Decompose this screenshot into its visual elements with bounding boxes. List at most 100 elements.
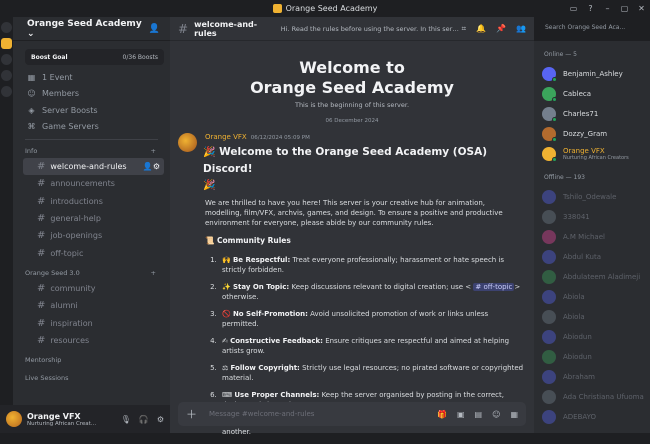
gift-icon[interactable]: 🎁 <box>437 410 447 419</box>
member-item[interactable]: Cableca <box>542 84 650 104</box>
member-item[interactable]: Abiodun <box>542 347 650 367</box>
member-list-icon[interactable]: 👥 <box>516 24 526 34</box>
member-item[interactable]: Abiola <box>542 307 650 327</box>
channel-mention[interactable]: # off-topic <box>473 283 514 291</box>
category-name: Orange Seed 3.0 <box>25 269 80 277</box>
window-titlebar: Orange Seed Academy ▭ ? – ▢ ✕ <box>0 0 650 17</box>
orange-seed-server-icon[interactable] <box>1 38 12 49</box>
bell-icon[interactable]: 🔔 <box>476 24 486 34</box>
close-button[interactable]: ✕ <box>633 4 650 13</box>
window-title: Orange Seed Academy <box>286 4 378 13</box>
channel-welcome-and-rules[interactable]: #welcome-and-rules👤⚙ <box>23 158 164 175</box>
threads-icon[interactable]: ⌗ <box>462 24 467 34</box>
help-icon[interactable]: ? <box>582 4 599 13</box>
avatar[interactable] <box>542 410 556 424</box>
server-icon[interactable] <box>1 54 12 65</box>
chevron-down-icon: ⌄ <box>27 29 35 39</box>
category-header[interactable]: Orange Seed 3.0 + <box>13 266 170 280</box>
member-item[interactable]: Abiola <box>542 287 650 307</box>
nav-item[interactable]: ☺Members <box>13 86 170 103</box>
member-item[interactable]: Ada Christiana Ufuoma <box>542 387 650 407</box>
plus-icon[interactable]: ＋ <box>186 406 197 422</box>
search-input[interactable]: Search Orange Seed Aca... <box>540 21 632 35</box>
microphone-icon[interactable]: 🎙 <box>121 415 131 424</box>
avatar[interactable] <box>542 310 556 324</box>
avatar[interactable] <box>542 210 556 224</box>
message-input[interactable]: Message #welcome-and-rules <box>209 410 314 418</box>
nav-item[interactable]: ⌘Game Servers <box>13 119 170 136</box>
channel-resources[interactable]: #resources <box>23 332 164 349</box>
avatar[interactable] <box>542 67 556 81</box>
avatar[interactable] <box>542 330 556 344</box>
add-member-icon[interactable]: 👤 <box>143 162 153 171</box>
avatar[interactable] <box>542 87 556 101</box>
member-item[interactable]: 338041 <box>542 207 650 227</box>
avatar[interactable] <box>542 270 556 284</box>
category-header[interactable]: Mentorship <box>13 353 170 367</box>
home-server-icon[interactable] <box>1 22 12 33</box>
channel-general-help[interactable]: #general-help <box>23 210 164 227</box>
avatar[interactable] <box>542 290 556 304</box>
nav-item[interactable]: ▦1 Event <box>13 69 170 86</box>
nav-item[interactable]: ◈Server Boosts <box>13 102 170 119</box>
category-header[interactable]: Live Sessions <box>13 371 170 385</box>
avatar[interactable] <box>542 147 556 161</box>
minimize-button[interactable]: – <box>599 4 616 13</box>
add-channel-icon[interactable]: + <box>151 269 156 277</box>
headphones-icon[interactable]: 🎧 <box>139 415 149 424</box>
guild-header[interactable]: Orange Seed Academy ⌄ 👤 <box>13 17 170 41</box>
avatar[interactable] <box>542 107 556 121</box>
sticker-icon[interactable]: ▤ <box>475 410 483 419</box>
member-name: Ada Christiana Ufuoma <box>563 393 644 401</box>
server-icon[interactable] <box>1 70 12 81</box>
channel-introductions[interactable]: #introductions <box>23 193 164 210</box>
avatar[interactable] <box>542 190 556 204</box>
message-author[interactable]: Orange VFX <box>205 133 247 141</box>
member-item[interactable]: A.M Michael <box>542 227 650 247</box>
member-item[interactable]: Dozzy_Gram <box>542 124 650 144</box>
message-composer[interactable]: ＋ Message #welcome-and-rules 🎁 ▣ ▤ ☺ ▦ <box>178 402 526 426</box>
add-member-icon[interactable]: 👤 <box>149 24 160 34</box>
maximize-button[interactable]: ▢ <box>616 4 633 13</box>
avatar[interactable] <box>542 390 556 404</box>
channel-topic[interactable]: Hi. Read the rules before using the serv… <box>281 25 462 33</box>
message[interactable]: Orange VFX 06/12/2024 05:09 PM 🎉 Welcome… <box>170 124 534 444</box>
avatar[interactable] <box>542 250 556 264</box>
member-name: Benjamin_Ashley <box>563 70 623 78</box>
member-item[interactable]: Abdul Kuta <box>542 247 650 267</box>
boost-goal[interactable]: Boost Goal 0/36 Boosts <box>25 49 164 65</box>
channel-announcements[interactable]: #announcements <box>23 175 164 192</box>
settings-gear-icon[interactable]: ⚙ <box>153 162 160 171</box>
category-header[interactable]: Info+ <box>13 144 170 158</box>
emoji-icon[interactable]: ☺ <box>492 410 500 419</box>
avatar[interactable] <box>6 411 22 427</box>
channel-inspiration[interactable]: #inspiration <box>23 314 164 331</box>
member-item[interactable]: Benjamin_Ashley <box>542 64 650 84</box>
avatar[interactable] <box>178 133 197 152</box>
member-name: Abiola <box>563 293 585 301</box>
status-dot <box>552 117 557 122</box>
member-item[interactable]: Tshilo_Odewale <box>542 187 650 207</box>
member-item[interactable]: Abraham <box>542 367 650 387</box>
avatar[interactable] <box>542 127 556 141</box>
avatar[interactable] <box>542 350 556 364</box>
member-item[interactable]: Abdulateem Aladimeji <box>542 267 650 287</box>
member-item[interactable]: Charles71 <box>542 104 650 124</box>
avatar[interactable] <box>542 230 556 244</box>
settings-gear-icon[interactable]: ⚙ <box>157 415 164 424</box>
pin-icon[interactable]: 📌 <box>496 24 506 34</box>
member-item[interactable]: Orange VFXNurturing African Creators <box>542 144 650 164</box>
add-channel-icon[interactable]: + <box>151 147 156 155</box>
inbox-icon[interactable]: ▭ <box>565 4 582 13</box>
apps-icon[interactable]: ▦ <box>510 410 518 419</box>
channel-off-topic[interactable]: #off-topic <box>23 244 164 261</box>
channel-alumni[interactable]: #alumni <box>23 297 164 314</box>
avatar[interactable] <box>542 370 556 384</box>
member-item[interactable]: ADEBAYO <box>542 407 650 427</box>
channel-job-openings[interactable]: #job-openings <box>23 227 164 244</box>
channel-community[interactable]: #community <box>23 280 164 297</box>
server-icon[interactable] <box>1 86 12 97</box>
gif-icon[interactable]: ▣ <box>457 410 465 419</box>
member-name: Abiodun <box>563 353 592 361</box>
member-item[interactable]: Abiodun <box>542 327 650 347</box>
